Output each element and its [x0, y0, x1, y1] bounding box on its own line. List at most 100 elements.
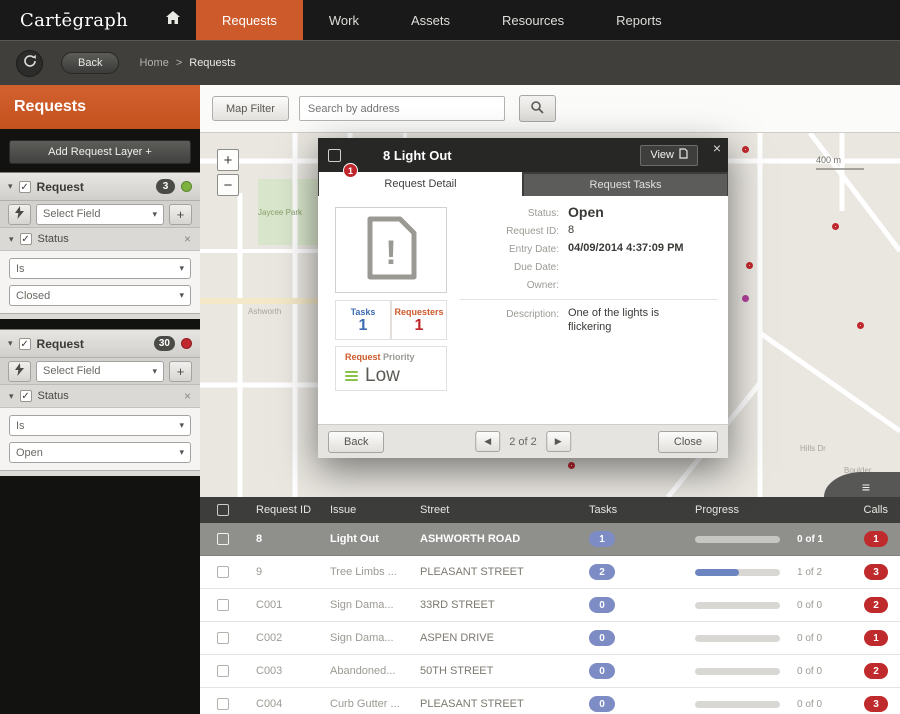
caret-down-icon[interactable]: ▾ — [8, 339, 13, 348]
remove-filter-icon[interactable]: × — [184, 390, 191, 402]
map-marker[interactable] — [742, 146, 749, 153]
operator-dropdown[interactable]: Is ▾ — [9, 258, 191, 279]
row-checkbox[interactable] — [217, 665, 229, 677]
map-marker[interactable] — [832, 223, 839, 230]
caret-down-icon[interactable]: ▾ — [8, 182, 13, 191]
field-value: 8 — [568, 224, 575, 236]
caret-down-icon[interactable]: ▾ — [9, 234, 14, 244]
map-toolbar: Map Filter — [200, 85, 900, 133]
map-marker[interactable] — [742, 295, 749, 302]
select-field-dropdown[interactable]: Select Field ▾ — [36, 360, 164, 382]
col-request-id[interactable]: Request ID — [246, 497, 330, 523]
back-button[interactable]: Back — [61, 52, 120, 74]
sidebar: Requests Add Request Layer + ▾ ✓ Request… — [0, 85, 200, 714]
table-row[interactable]: C004 Curb Gutter ... PLEASANT STREET 0 0… — [200, 688, 900, 714]
map-marker[interactable] — [857, 322, 864, 329]
value-value: Open — [16, 446, 43, 459]
caret-down-icon[interactable]: ▾ — [9, 391, 14, 401]
table-row[interactable]: C002 Sign Dama... ASPEN DRIVE 0 0 of 0 1 — [200, 622, 900, 655]
table-row[interactable]: 9 Tree Limbs ... PLEASANT STREET 2 1 of … — [200, 556, 900, 589]
home-tab[interactable] — [150, 0, 196, 40]
filter-group-checkbox[interactable]: ✓ — [19, 233, 32, 245]
layer-checkbox[interactable]: ✓ — [18, 180, 31, 193]
cell-issue: Sign Dama... — [330, 599, 394, 611]
popup-fields: Status: Open Request ID: 8 Entry Date: 0… — [446, 204, 718, 339]
field-label: Owner: — [526, 280, 559, 291]
layer-count-badge: 3 — [156, 179, 175, 194]
col-progress[interactable]: Progress — [685, 497, 843, 523]
add-filter-button[interactable]: + — [169, 360, 192, 382]
pager-prev-button[interactable]: ◀ — [475, 431, 501, 452]
row-checkbox[interactable] — [217, 533, 229, 545]
tasks-badge: 0 — [589, 630, 615, 646]
popup-checkbox[interactable] — [328, 148, 341, 162]
row-checkbox[interactable] — [217, 599, 229, 611]
col-tasks[interactable]: Tasks — [575, 497, 685, 523]
filter-group-checkbox[interactable]: ✓ — [19, 390, 32, 402]
address-search-input[interactable] — [298, 96, 505, 121]
requesters-stat[interactable]: Requesters 1 — [391, 300, 447, 340]
select-field-dropdown[interactable]: Select Field ▾ — [36, 203, 164, 225]
priority-label-request: Request — [345, 352, 381, 362]
view-button[interactable]: View — [640, 144, 698, 166]
map-marker[interactable] — [746, 262, 753, 269]
layer-header[interactable]: ▾ ✓ Request 30 — [0, 330, 200, 358]
caret-down-icon: ▾ — [179, 263, 184, 273]
map-filter-button[interactable]: Map Filter — [212, 96, 289, 121]
cell-request-id: C002 — [256, 632, 283, 644]
caret-down-icon: ▾ — [179, 420, 184, 430]
row-checkbox[interactable] — [217, 632, 229, 644]
search-button[interactable] — [518, 95, 556, 122]
quick-filter-button[interactable] — [8, 203, 31, 225]
col-street[interactable]: Street — [420, 497, 575, 523]
add-filter-button[interactable]: + — [169, 203, 192, 225]
col-calls[interactable]: Calls — [843, 497, 900, 523]
map-label-street: Hills Dr — [800, 444, 826, 453]
table-row[interactable]: C003 Abandoned... 50TH STREET 0 0 of 0 2 — [200, 655, 900, 688]
value-dropdown[interactable]: Open ▾ — [9, 442, 191, 463]
map-marker[interactable] — [568, 462, 575, 469]
select-field-value: Select Field — [43, 365, 101, 377]
popup-back-button[interactable]: Back — [328, 430, 385, 453]
popup-close-button[interactable]: Close — [657, 430, 718, 453]
tab-resources[interactable]: Resources — [476, 0, 590, 40]
row-checkbox[interactable] — [217, 698, 229, 710]
remove-filter-icon[interactable]: × — [184, 233, 191, 245]
operator-dropdown[interactable]: Is ▾ — [9, 415, 191, 436]
calls-badge: 3 — [864, 696, 888, 712]
col-issue[interactable]: Issue — [330, 497, 420, 523]
field-value: 04/09/2014 4:37:09 PM — [568, 242, 684, 254]
close-icon[interactable]: × — [713, 141, 721, 155]
tab-request-tasks[interactable]: Request Tasks — [524, 174, 727, 196]
tasks-stat[interactable]: Tasks 1 — [335, 300, 391, 340]
map-scale-label: 400 m — [816, 155, 841, 165]
value-dropdown[interactable]: Closed ▾ — [9, 285, 191, 306]
select-all-checkbox[interactable] — [217, 504, 229, 516]
tab-reports[interactable]: Reports — [590, 0, 688, 40]
add-request-layer-button[interactable]: Add Request Layer + — [9, 140, 191, 164]
progress-bar — [695, 700, 780, 708]
layer-name: Request — [36, 336, 84, 351]
field-label: Entry Date: — [508, 244, 559, 255]
field-label: Due Date: — [513, 262, 559, 273]
zoom-in-button[interactable]: + — [217, 149, 239, 171]
table-row[interactable]: C001 Sign Dama... 33RD STREET 0 0 of 0 2 — [200, 589, 900, 622]
breadcrumb-home[interactable]: Home — [139, 57, 168, 69]
pager-next-button[interactable]: ▶ — [545, 431, 571, 452]
tab-requests[interactable]: Requests — [195, 0, 303, 40]
zoom-out-button[interactable]: − — [217, 174, 239, 196]
tab-work[interactable]: Work — [303, 0, 385, 40]
layers-handle-icon[interactable]: ≡ — [862, 480, 870, 494]
layer-header[interactable]: ▾ ✓ Request 3 — [0, 173, 200, 201]
tab-assets[interactable]: Assets — [385, 0, 476, 40]
quick-filter-button[interactable] — [8, 360, 31, 382]
row-checkbox[interactable] — [217, 566, 229, 578]
popup-stats: Tasks 1 Requesters 1 — [335, 300, 447, 340]
refresh-button[interactable] — [16, 49, 43, 77]
layer-checkbox[interactable]: ✓ — [18, 337, 31, 350]
table-row[interactable]: 8 Light Out ASHWORTH ROAD 1 0 of 1 1 — [200, 523, 900, 556]
request-popup: 1 8 Light Out View × Request Detail Requ… — [318, 138, 728, 458]
request-layer-1: ▾ ✓ Request 3 Select Field ▾ + ▾ ✓ Statu… — [0, 172, 200, 319]
document-icon — [679, 148, 688, 162]
filter-group-label: Status — [37, 233, 69, 245]
